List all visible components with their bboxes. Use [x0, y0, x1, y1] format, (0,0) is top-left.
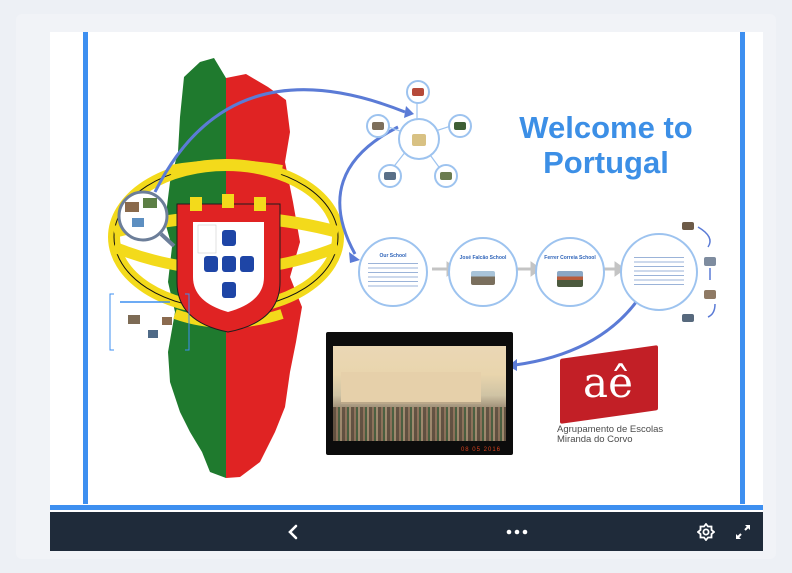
logo-caption-line-2: Miranda do Corvo	[557, 434, 633, 445]
hub-photo-node[interactable]	[378, 164, 402, 188]
school-photo	[471, 271, 495, 285]
prev-button[interactable]	[280, 512, 306, 551]
logo-glyph: aê	[583, 358, 633, 407]
hub-photo-thumb	[384, 172, 396, 180]
more-dots-icon	[506, 529, 528, 534]
path-node-title: Our School	[379, 253, 407, 259]
gear-icon	[697, 522, 715, 541]
expand-icon	[736, 524, 750, 539]
path-node-ferrer-correia[interactable]: Ferrer Correia School	[535, 237, 605, 307]
school-photo	[557, 271, 583, 287]
group-photo[interactable]: 08 05 2016	[326, 332, 513, 455]
more-button[interactable]	[502, 512, 532, 551]
side-photo-thumb[interactable]	[682, 222, 694, 230]
path-node-our-school[interactable]: Our School	[358, 237, 428, 307]
path-node-title: José Falcão School	[459, 255, 507, 261]
hub-photo-thumb	[412, 88, 424, 96]
side-photo-thumb[interactable]	[704, 257, 716, 266]
fullscreen-button[interactable]	[731, 512, 755, 551]
hub-photo-node[interactable]	[434, 164, 458, 188]
hub-photo-node[interactable]	[406, 80, 430, 104]
path-node-text	[368, 263, 418, 289]
path-node-text	[634, 257, 684, 287]
title-line-2: Portugal	[543, 145, 669, 180]
student-group	[333, 407, 506, 441]
hub-photo-thumb	[440, 172, 452, 180]
hub-photo-node[interactable]	[448, 114, 472, 138]
logo-caption: Agrupamento de Escolas Miranda do Corvo	[557, 425, 697, 445]
hub-node[interactable]	[398, 118, 440, 160]
hub-photo-node[interactable]	[366, 114, 390, 138]
path-node-jose-falcao[interactable]: José Falcão School	[448, 237, 518, 307]
side-photo-thumb[interactable]	[682, 314, 694, 322]
chevron-left-icon	[288, 524, 298, 539]
group-photo-image	[333, 346, 506, 441]
school-building	[341, 372, 481, 404]
path-node-title: Ferrer Correia School	[544, 255, 596, 261]
path-node-summary[interactable]	[620, 233, 698, 311]
presentation-title: Welcome to Portugal	[506, 110, 706, 180]
title-line-1: Welcome to	[519, 110, 693, 145]
hub-photo-thumb	[372, 122, 384, 130]
settings-button[interactable]	[694, 512, 718, 551]
presentation-canvas[interactable]: Welcome to Portugal Our School José Falc…	[50, 32, 763, 512]
photo-date-stamp: 08 05 2016	[460, 447, 501, 453]
town-crest	[412, 134, 426, 146]
hub-photo-thumb	[454, 122, 466, 130]
side-photo-thumb[interactable]	[704, 290, 716, 299]
viewer-toolbar	[50, 512, 763, 551]
